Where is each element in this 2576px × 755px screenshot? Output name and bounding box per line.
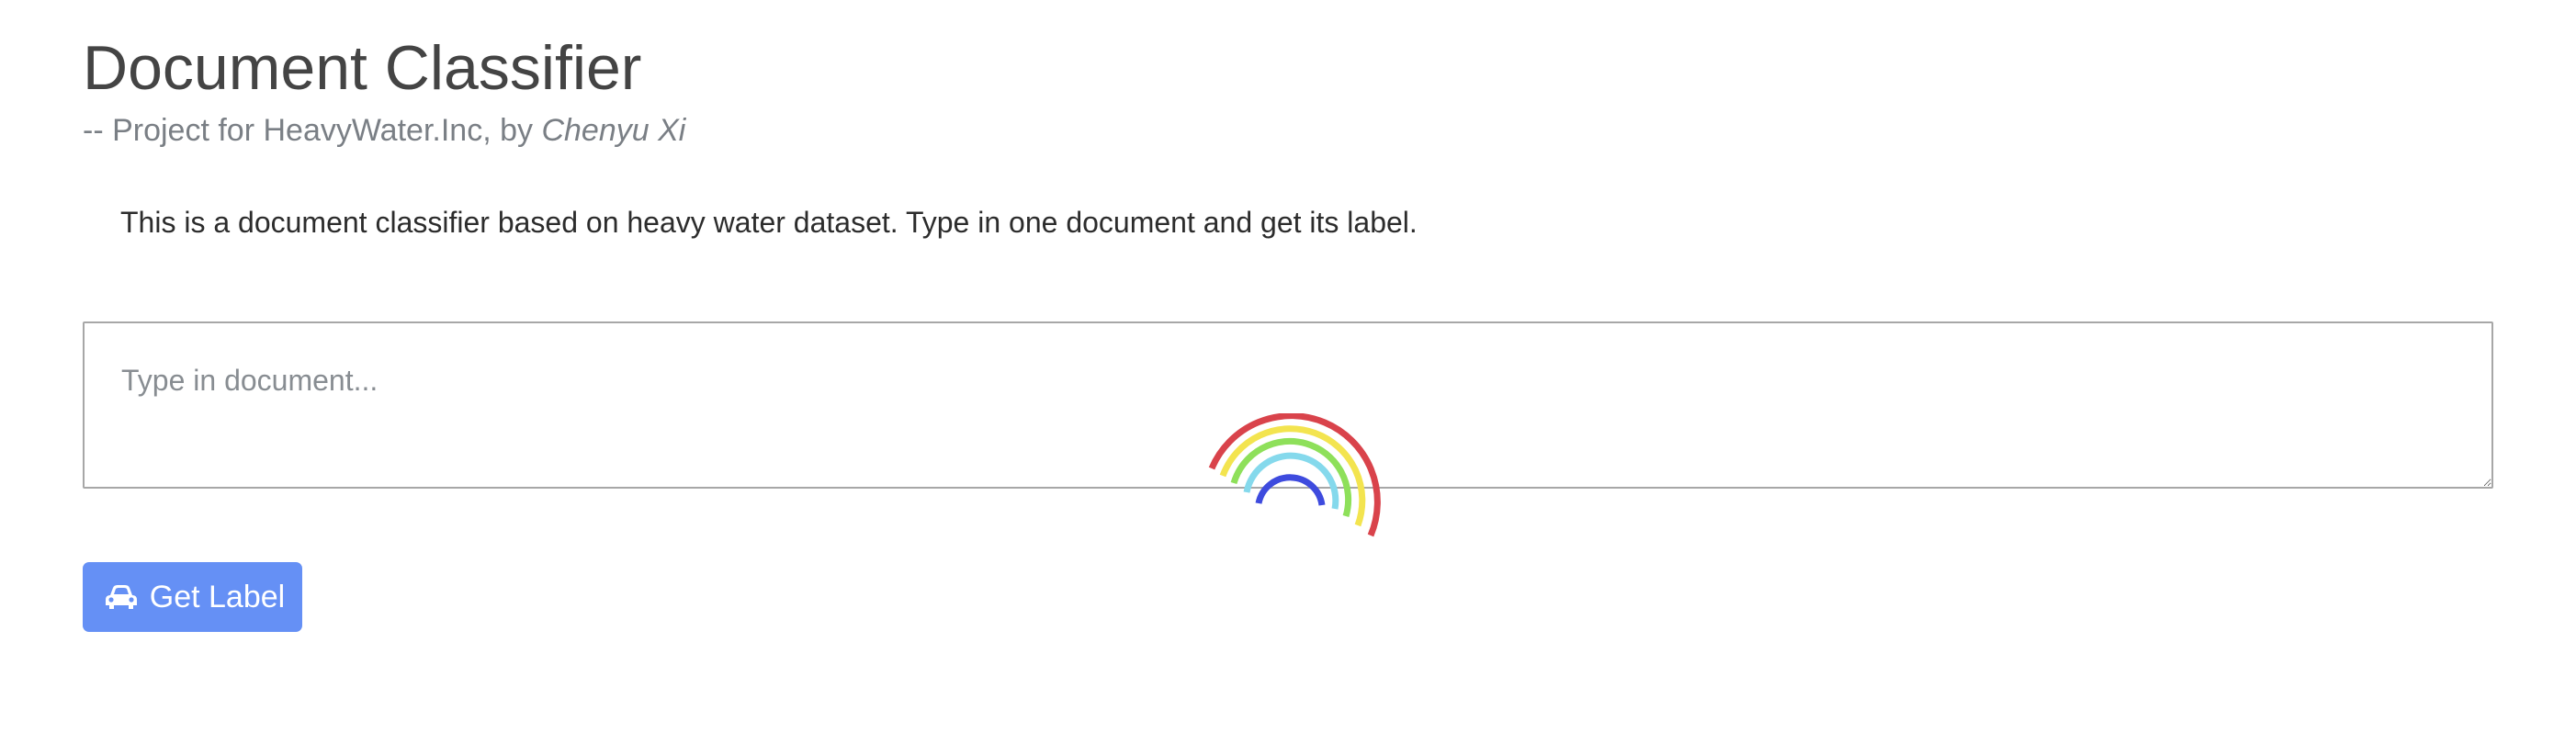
description-text: This is a document classifier based on h… bbox=[120, 206, 1418, 239]
get-label-button-text: Get Label bbox=[149, 579, 286, 614]
car-icon bbox=[104, 583, 139, 611]
page-title: Document Classifier bbox=[83, 33, 642, 103]
document-input[interactable] bbox=[83, 321, 2493, 489]
subtitle-prefix: -- Project for HeavyWater.Inc, by bbox=[83, 113, 542, 148]
author-name: Chenyu Xi bbox=[541, 113, 686, 148]
subtitle: -- Project for HeavyWater.Inc, by Chenyu… bbox=[83, 110, 685, 151]
get-label-button[interactable]: Get Label bbox=[83, 562, 302, 632]
